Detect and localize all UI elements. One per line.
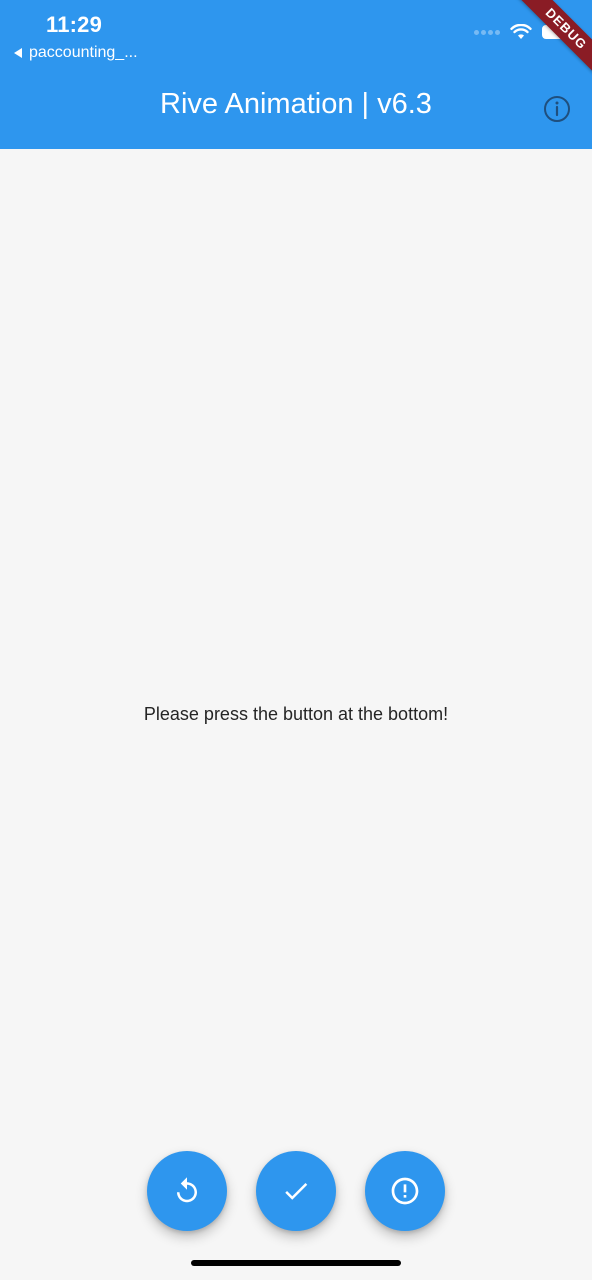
page-title: Rive Animation | v6.3: [160, 88, 432, 120]
back-arrow-icon: [14, 48, 22, 58]
check-icon: [285, 1182, 308, 1200]
home-indicator: [191, 1260, 401, 1266]
wifi-icon: [510, 24, 532, 39]
app-bar: 11:29 paccounting_... Rive Animation | v…: [0, 0, 592, 149]
info-button[interactable]: [543, 95, 571, 123]
instruction-text: Please press the button at the bottom!: [143, 704, 449, 724]
success-button[interactable]: [256, 1151, 336, 1231]
status-time: 11:29: [46, 12, 103, 37]
replay-icon: [177, 1177, 197, 1203]
info-icon: [544, 96, 570, 122]
error-button[interactable]: [365, 1151, 445, 1231]
back-app-label: paccounting_...: [29, 44, 138, 61]
reset-button[interactable]: [147, 1151, 227, 1231]
cellular-signal-icon: [474, 29, 500, 35]
error-outline-icon: [391, 1177, 419, 1205]
back-to-app-link[interactable]: paccounting_...: [14, 44, 138, 62]
